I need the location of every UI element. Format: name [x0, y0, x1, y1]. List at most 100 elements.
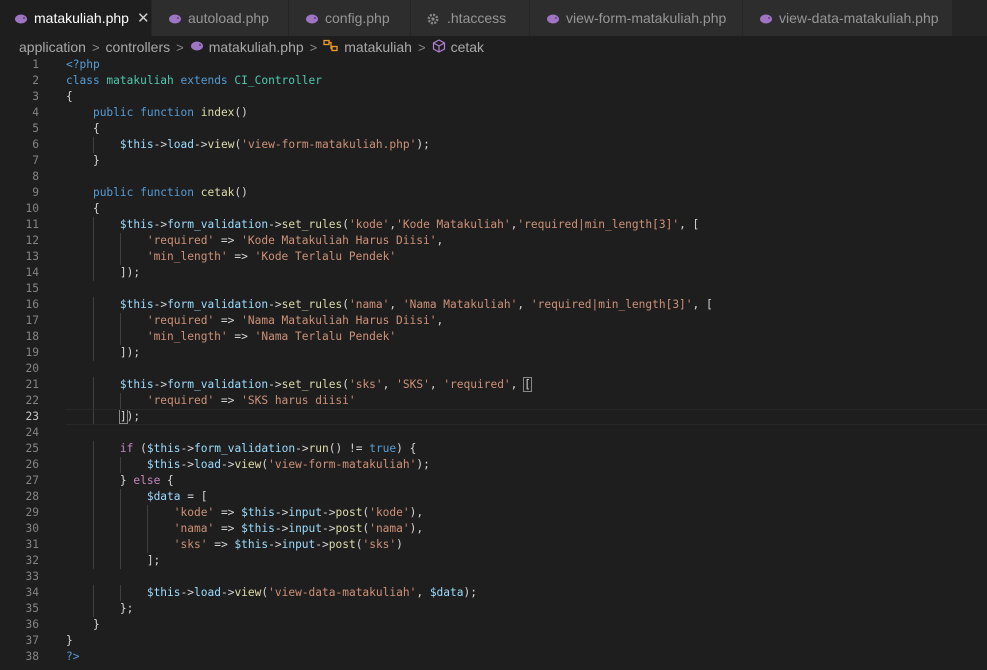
- code-line[interactable]: 38 ?>: [0, 649, 987, 665]
- code-line[interactable]: 28 $data = [: [0, 489, 987, 505]
- code-token: 'kode': [173, 506, 215, 519]
- code-line[interactable]: 17 'required' => 'Nama Matakuliah Harus …: [0, 313, 987, 329]
- breadcrumb-item-method[interactable]: cetak: [451, 39, 484, 55]
- code-token: $this: [119, 378, 154, 391]
- tab-label: autoload.php: [188, 10, 269, 26]
- code-line[interactable]: 32 ];: [0, 553, 987, 569]
- code-line[interactable]: 1 <?php: [0, 57, 987, 73]
- tab-htaccess[interactable]: .htaccess: [411, 0, 530, 36]
- code-token: if: [119, 442, 141, 455]
- code-token: post: [335, 506, 363, 519]
- code-line[interactable]: 5 {: [0, 121, 987, 137]
- close-icon[interactable]: ✕: [137, 9, 150, 27]
- code-token: 'sks': [348, 378, 383, 391]
- code-line[interactable]: 23 ]);: [0, 409, 987, 425]
- code-text: $data = [: [66, 489, 208, 505]
- code-line[interactable]: 20: [0, 361, 987, 377]
- code-line[interactable]: 8: [0, 169, 987, 185]
- chevron-right-icon: >: [417, 39, 426, 55]
- code-text: $this->form_validation->set_rules('nama'…: [66, 297, 713, 313]
- breadcrumb-item-application[interactable]: application: [19, 39, 86, 55]
- code-line[interactable]: 26 $this->load->view('view-form-matakuli…: [0, 457, 987, 473]
- code-token: =>: [227, 250, 255, 263]
- code-line[interactable]: 2 class matakuliah extends CI_Controller: [0, 73, 987, 89]
- code-text: <?php: [66, 57, 100, 73]
- code-line[interactable]: 31 'sks' => $this->input->post('sks'): [0, 537, 987, 553]
- code-line[interactable]: 34 $this->load->view('view-data-matakuli…: [0, 585, 987, 601]
- code-line[interactable]: 3{: [0, 89, 987, 105]
- breadcrumb-item-controllers[interactable]: controllers: [106, 39, 171, 55]
- code-token: 'nama': [348, 298, 390, 311]
- code-line[interactable]: 27 } else {: [0, 473, 987, 489]
- code-line[interactable]: 12 'required' => 'Kode Matakuliah Harus …: [0, 233, 987, 249]
- code-line[interactable]: 30 'nama' => $this->input->post('nama'),: [0, 521, 987, 537]
- code-token: 'min_length': [146, 330, 228, 343]
- code-text: 'nama' => $this->input->post('nama'),: [66, 521, 423, 537]
- tab-view-form-matakuliah[interactable]: view-form-matakuliah.php: [530, 0, 743, 36]
- code-token: class: [66, 74, 107, 87]
- code-token: ->: [268, 378, 282, 391]
- tab-matakuliah-php[interactable]: matakuliah.php ✕: [0, 0, 152, 36]
- code-token: <?php: [66, 58, 100, 71]
- code-token: ]: [118, 409, 128, 424]
- code-token: $this: [119, 298, 154, 311]
- code-line[interactable]: 11 $this->form_validation->set_rules('ko…: [0, 217, 987, 233]
- code-line[interactable]: 36 }: [0, 617, 987, 633]
- code-line[interactable]: 22 'required' => 'SKS harus diisi': [0, 393, 987, 409]
- code-line[interactable]: 33: [0, 569, 987, 585]
- code-line[interactable]: 24: [0, 425, 987, 441]
- code-line[interactable]: 6 $this->load->view('view-form-matakulia…: [0, 137, 987, 153]
- code-token: ,: [389, 298, 403, 311]
- code-editor[interactable]: 1 <?php 2 class matakuliah extends CI_Contr…: [0, 57, 987, 670]
- code-line[interactable]: 4 public function index(): [0, 105, 987, 121]
- code-text: 'min_length' => 'Kode Terlalu Pendek': [66, 249, 396, 265]
- code-line[interactable]: 19 ]);: [0, 345, 987, 361]
- line-number: 23: [25, 410, 39, 423]
- code-token: 'kode': [348, 218, 390, 231]
- chevron-right-icon: >: [176, 39, 184, 55]
- code-line[interactable]: 16 $this->form_validation->set_rules('na…: [0, 297, 987, 313]
- line-number: 5: [32, 122, 39, 135]
- line-number: 20: [25, 362, 39, 375]
- code-line[interactable]: 25 if ($this->form_validation->run() != …: [0, 441, 987, 457]
- code-token: CI_Controller: [234, 74, 322, 87]
- code-token: 'view-form-matakuliah.php': [241, 138, 417, 151]
- code-line[interactable]: 13 'min_length' => 'Kode Terlalu Pendek': [0, 249, 987, 265]
- tab-config-php[interactable]: config.php: [289, 0, 411, 36]
- code-line[interactable]: 18 'min_length' => 'Nama Terlalu Pendek': [0, 329, 987, 345]
- code-line[interactable]: 7 }: [0, 153, 987, 169]
- code-line[interactable]: 9 public function cetak(): [0, 185, 987, 201]
- tab-view-data-matakuliah[interactable]: view-data-matakuliah.php: [743, 0, 953, 36]
- class-symbol-icon: [323, 39, 339, 55]
- code-line[interactable]: 21 $this->form_validation->set_rules('sk…: [0, 377, 987, 393]
- breadcrumb-item-class[interactable]: matakuliah: [344, 39, 412, 55]
- code-line[interactable]: 15: [0, 281, 987, 297]
- breadcrumb-item-file[interactable]: matakuliah.php: [209, 39, 304, 55]
- code-text: }: [66, 617, 100, 633]
- code-line[interactable]: 35 };: [0, 601, 987, 617]
- code-text: $this->form_validation->set_rules('sks',…: [66, 377, 532, 393]
- code-text: ]);: [66, 409, 140, 425]
- code-token: {: [167, 474, 174, 487]
- code-token: ->: [180, 442, 195, 455]
- code-token: 'Kode Matakuliah Harus Diisi': [241, 234, 437, 247]
- code-line[interactable]: 10 {: [0, 201, 987, 217]
- code-token: 'Nama Terlalu Pendek': [254, 330, 397, 343]
- code-token: load: [194, 458, 221, 471]
- code-token: $this: [119, 138, 154, 151]
- tab-autoload-php[interactable]: autoload.php: [152, 0, 289, 36]
- tab-label: config.php: [325, 10, 390, 26]
- code-text: 'required' => 'Nama Matakuliah Harus Dii…: [66, 313, 443, 329]
- line-number: 28: [25, 490, 39, 503]
- code-line[interactable]: 37}: [0, 633, 987, 649]
- code-line[interactable]: 29 'kode' => $this->input->post('kode'),: [0, 505, 987, 521]
- code-text: 'required' => 'Kode Matakuliah Harus Dii…: [66, 233, 443, 249]
- code-line[interactable]: 14 ]);: [0, 265, 987, 281]
- code-text: $this->load->view('view-data-matakuliah'…: [66, 585, 477, 601]
- code-token: , [: [692, 298, 713, 311]
